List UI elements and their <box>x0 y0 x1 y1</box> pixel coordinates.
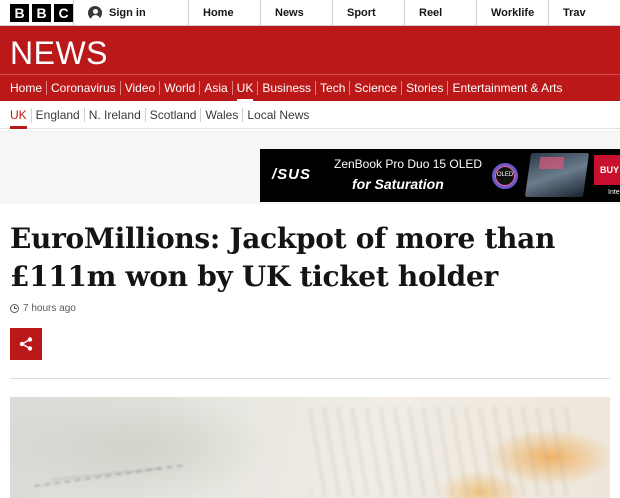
hero-image-detail <box>310 407 570 497</box>
news-logo[interactable]: NEWS <box>10 35 108 72</box>
sub-nav-england[interactable]: England <box>32 107 85 122</box>
bbc-logo-letter-1: B <box>10 4 29 22</box>
global-nav-travel[interactable]: Trav <box>548 0 620 25</box>
sign-in-link[interactable]: Sign in <box>73 0 188 25</box>
section-nav-entertainment-arts[interactable]: Entertainment & Arts <box>448 81 566 95</box>
advertisement-area: /SUS ZenBook Pro Duo 15 OLED for Saturat… <box>0 130 620 204</box>
article-timestamp: 7 hours ago <box>10 303 76 314</box>
section-nav-home[interactable]: Home <box>6 81 48 95</box>
ad-headline: ZenBook Pro Duo 15 OLED <box>334 157 483 171</box>
advertisement-banner[interactable]: /SUS ZenBook Pro Duo 15 OLED for Saturat… <box>260 149 620 202</box>
global-nav-worklife[interactable]: Worklife <box>476 0 548 25</box>
timestamp-text: 7 hours ago <box>23 303 76 314</box>
clock-icon <box>10 304 19 313</box>
sub-nav-wales[interactable]: Wales <box>201 107 244 122</box>
article-headline: EuroMillions: Jackpot of more than £111m… <box>10 222 556 293</box>
article-hero-image <box>10 397 610 498</box>
sub-nav-uk[interactable]: UK <box>6 107 32 129</box>
share-button[interactable] <box>10 328 42 360</box>
sub-nav-local-news[interactable]: Local News <box>243 108 313 122</box>
ad-tagline: for Saturation <box>352 176 444 192</box>
section-nav-stories[interactable]: Stories <box>402 81 449 95</box>
bbc-logo-letter-3: C <box>54 4 73 22</box>
oled-badge-label: OLED <box>496 172 514 178</box>
global-nav: Home News Sport Reel Worklife Trav <box>188 0 620 25</box>
bbc-logo-letter-2: B <box>32 4 51 22</box>
global-nav-news[interactable]: News <box>260 0 332 25</box>
section-nav-video[interactable]: Video <box>121 81 161 95</box>
sub-nav-n-ireland[interactable]: N. Ireland <box>85 107 146 122</box>
section-nav: Home Coronavirus Video World Asia UK Bus… <box>0 74 620 101</box>
bbc-logo[interactable]: B B C <box>0 0 73 25</box>
section-nav-uk[interactable]: UK <box>233 81 259 101</box>
global-nav-sport[interactable]: Sport <box>332 0 404 25</box>
sub-nav-scotland[interactable]: Scotland <box>146 107 202 122</box>
share-icon <box>19 337 33 351</box>
section-nav-business[interactable]: Business <box>258 81 317 95</box>
section-nav-coronavirus[interactable]: Coronavirus <box>47 81 121 95</box>
sign-in-label: Sign in <box>109 6 146 19</box>
news-header: NEWS <box>0 26 620 74</box>
laptop-image <box>524 153 590 197</box>
section-nav-world[interactable]: World <box>160 81 201 95</box>
global-nav-reel[interactable]: Reel <box>404 0 476 25</box>
ad-brand-logo: /SUS <box>272 166 312 183</box>
divider <box>10 378 610 379</box>
oled-badge-icon: OLED <box>492 163 518 189</box>
global-top-bar: B B C Sign in Home News Sport Reel Workl… <box>0 0 620 26</box>
section-nav-asia[interactable]: Asia <box>200 81 233 95</box>
ad-buy-button[interactable]: BUY N <box>594 155 620 185</box>
user-icon <box>88 5 102 20</box>
sub-nav: UK England N. Ireland Scotland Wales Loc… <box>0 101 620 129</box>
global-nav-home[interactable]: Home <box>188 0 260 25</box>
section-nav-science[interactable]: Science <box>350 81 403 95</box>
section-nav-tech[interactable]: Tech <box>316 81 351 95</box>
ad-intel-text: Inte <box>608 189 620 196</box>
